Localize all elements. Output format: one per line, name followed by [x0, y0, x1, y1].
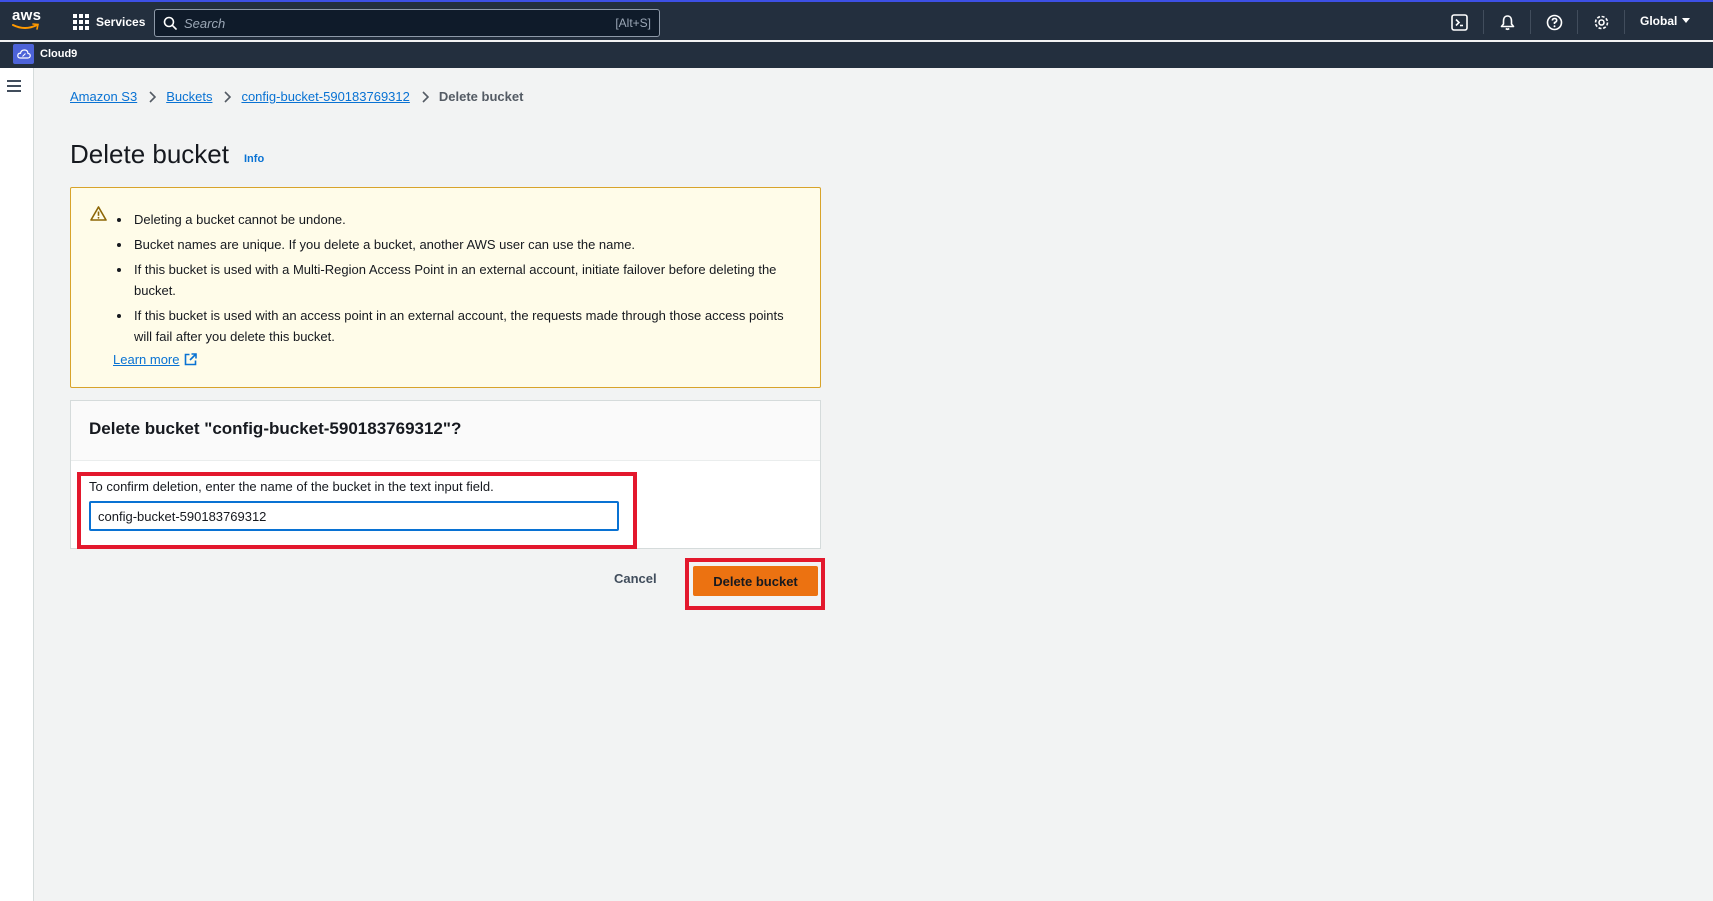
- breadcrumb-buckets[interactable]: Buckets: [166, 89, 212, 104]
- warning-list: Deleting a bucket cannot be undone. Buck…: [132, 209, 802, 351]
- help-button[interactable]: [1544, 12, 1564, 32]
- nav-divider: [1624, 10, 1625, 34]
- gear-icon: [1594, 15, 1608, 29]
- search-input[interactable]: [184, 15, 616, 31]
- cancel-button[interactable]: Cancel: [614, 571, 657, 586]
- top-navigation: aws Services [Alt+S]: [0, 0, 1713, 40]
- global-search[interactable]: [Alt+S]: [154, 9, 660, 37]
- search-icon: [163, 16, 177, 30]
- nav-divider: [1577, 10, 1578, 34]
- info-link[interactable]: Info: [244, 153, 264, 165]
- cloud9-label: Cloud9: [40, 48, 78, 60]
- warning-item: If this bucket is used with an access po…: [132, 305, 802, 347]
- panel-header: Delete bucket "config-bucket-59018376931…: [71, 401, 820, 461]
- menu-icon[interactable]: [7, 80, 23, 94]
- external-link-icon: [185, 353, 198, 366]
- chevron-right-icon: [224, 90, 232, 103]
- breadcrumb: Amazon S3 Buckets config-bucket-59018376…: [70, 89, 523, 104]
- side-navigation-collapsed: [0, 68, 34, 901]
- panel-title: Delete bucket "config-bucket-59018376931…: [89, 419, 462, 438]
- warning-icon: [90, 206, 107, 226]
- settings-button[interactable]: [1591, 12, 1611, 32]
- cloud9-shortcut[interactable]: Cloud9: [13, 44, 77, 64]
- page-title: Delete bucket: [70, 139, 229, 169]
- service-shortcuts-bar: Cloud9: [0, 42, 1713, 68]
- breadcrumb-amazon-s3[interactable]: Amazon S3: [70, 89, 137, 104]
- warning-item: Deleting a bucket cannot be undone.: [132, 209, 802, 230]
- region-label: Global: [1640, 14, 1678, 28]
- services-grid-icon: [73, 14, 89, 30]
- chevron-right-icon: [422, 90, 429, 103]
- chevron-right-icon: [149, 90, 157, 103]
- confirm-delete-panel: Delete bucket "config-bucket-59018376931…: [70, 400, 821, 549]
- nav-divider: [1530, 10, 1531, 34]
- learn-more-label: Learn more: [113, 352, 180, 367]
- notifications-button[interactable]: [1497, 12, 1517, 32]
- breadcrumb-bucket-name[interactable]: config-bucket-590183769312: [241, 89, 409, 104]
- search-shortcut: [Alt+S]: [615, 16, 651, 30]
- nav-divider: [1483, 10, 1484, 34]
- delete-bucket-button[interactable]: Delete bucket: [693, 566, 818, 596]
- cloud9-icon: [13, 44, 34, 64]
- help-icon: [1546, 14, 1562, 30]
- region-selector[interactable]: Global: [1640, 14, 1691, 28]
- learn-more-link[interactable]: Learn more: [113, 352, 198, 367]
- breadcrumb-current: Delete bucket: [438, 89, 524, 104]
- confirm-label: To confirm deletion, enter the name of t…: [89, 479, 494, 494]
- bucket-name-confirm-input[interactable]: [89, 501, 619, 531]
- warning-alert: Deleting a bucket cannot be undone. Buck…: [70, 187, 821, 388]
- warning-item: Bucket names are unique. If you delete a…: [132, 234, 802, 255]
- caret-down-icon: [1682, 18, 1691, 23]
- services-menu-button[interactable]: Services: [73, 12, 145, 32]
- cloudshell-button[interactable]: [1449, 12, 1469, 32]
- warning-item: If this bucket is used with a Multi-Regi…: [132, 259, 802, 301]
- terminal-icon: [1450, 13, 1468, 31]
- aws-smile-icon: [12, 23, 39, 30]
- services-label: Services: [96, 15, 146, 29]
- aws-logo-text: aws: [12, 7, 42, 24]
- aws-logo[interactable]: aws: [12, 8, 42, 34]
- bell-icon: [1500, 14, 1514, 30]
